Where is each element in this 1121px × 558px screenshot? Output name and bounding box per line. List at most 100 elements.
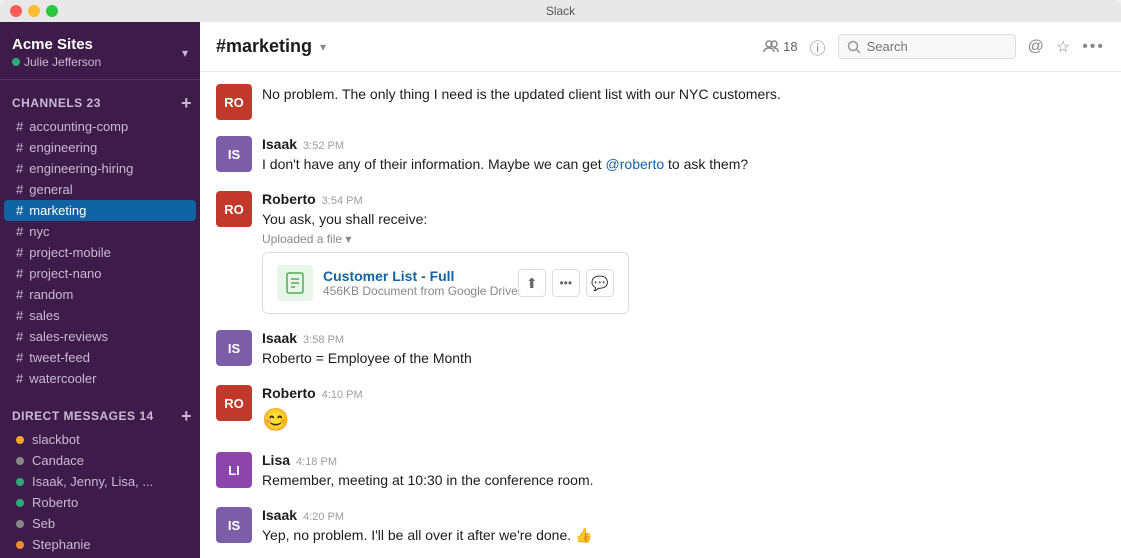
channel-item-general[interactable]: # general	[4, 179, 196, 200]
message-text: Roberto = Employee of the Month	[262, 348, 472, 369]
search-input[interactable]	[867, 39, 1007, 54]
workspace-header[interactable]: Acme Sites Julie Jefferson ▾	[0, 22, 200, 80]
message-row: RO Roberto 4:10 PM 😊	[216, 385, 1105, 436]
dm-name: Isaak, Jenny, Lisa, ...	[32, 474, 153, 489]
channel-item-sales-reviews[interactable]: # sales-reviews	[4, 326, 196, 347]
channel-name: sales-reviews	[29, 329, 108, 344]
channel-item-project-mobile[interactable]: # project-mobile	[4, 242, 196, 263]
maximize-button[interactable]	[46, 5, 58, 17]
channel-item-tweet-feed[interactable]: # tweet-feed	[4, 347, 196, 368]
message-time: 3:58 PM	[303, 334, 344, 346]
at-mentions-button[interactable]: @	[1028, 38, 1044, 56]
message-row: RO Roberto 3:54 PM You ask, you shall re…	[216, 191, 1105, 314]
channel-prefix-icon: #	[16, 119, 23, 134]
dm-item-stephanie[interactable]: Stephanie	[4, 534, 196, 555]
channel-prefix-icon: #	[16, 224, 23, 239]
add-dm-button[interactable]: +	[181, 407, 192, 425]
message-author: Isaak	[262, 507, 297, 523]
comment-button[interactable]: 💬	[586, 269, 614, 297]
dm-item-group[interactable]: Isaak, Jenny, Lisa, ...	[4, 471, 196, 492]
channel-item-watercooler[interactable]: # watercooler	[4, 368, 196, 389]
dm-name: Roberto	[32, 495, 78, 510]
message-header: Roberto 4:10 PM	[262, 385, 363, 401]
channel-title: #marketing	[216, 36, 312, 57]
dm-item-candace[interactable]: Candace	[4, 450, 196, 471]
channel-dropdown-icon[interactable]: ▾	[320, 40, 326, 54]
uploaded-label: Uploaded a file ▾	[262, 232, 629, 246]
channel-item-random[interactable]: # random	[4, 284, 196, 305]
file-actions: ⬆ ••• 💬	[518, 269, 614, 297]
channel-item-engineering[interactable]: # engineering	[4, 137, 196, 158]
workspace-chevron-icon[interactable]: ▾	[182, 46, 188, 60]
message-body: Lisa 4:18 PM Remember, meeting at 10:30 …	[262, 452, 594, 491]
channel-item-sales[interactable]: # sales	[4, 305, 196, 326]
channel-item-nyc[interactable]: # nyc	[4, 221, 196, 242]
file-info: Customer List - Full 456KB Document from…	[277, 265, 518, 301]
dm-item-seb[interactable]: Seb	[4, 513, 196, 534]
member-count[interactable]: 18	[763, 39, 797, 55]
channel-prefix-icon: #	[16, 161, 23, 176]
message-emoji: 😊	[262, 403, 363, 436]
channel-prefix-icon: #	[16, 266, 23, 281]
more-file-actions-button[interactable]: •••	[552, 269, 580, 297]
channel-item-marketing[interactable]: # marketing	[4, 200, 196, 221]
channel-item-engineering-hiring[interactable]: # engineering-hiring	[4, 158, 196, 179]
message-body: Roberto 3:54 PM You ask, you shall recei…	[262, 191, 629, 314]
message-time: 4:18 PM	[296, 456, 337, 468]
dm-name: Stephanie	[32, 537, 91, 552]
channels-header: CHANNELS 23 +	[0, 92, 200, 116]
message-time: 3:54 PM	[322, 195, 363, 207]
channel-name: watercooler	[29, 371, 96, 386]
more-options-button[interactable]: •••	[1082, 38, 1105, 56]
message-row: LI Lisa 4:18 PM Remember, meeting at 10:…	[216, 452, 1105, 491]
avatar: RO	[216, 191, 252, 227]
avatar: IS	[216, 507, 252, 543]
dm-name: slackbot	[32, 432, 80, 447]
chat-header-left: #marketing ▾	[216, 36, 326, 57]
download-button[interactable]: ⬆	[518, 269, 546, 297]
dm-name: Seb	[32, 516, 55, 531]
file-name[interactable]: Customer List - Full	[323, 268, 518, 284]
channel-name: random	[29, 287, 73, 302]
message-body: Roberto 4:10 PM 😊	[262, 385, 363, 436]
channel-name: project-mobile	[29, 245, 111, 260]
message-text: You ask, you shall receive:	[262, 209, 629, 230]
message-row: IS Isaak 4:20 PM Yep, no problem. I'll b…	[216, 507, 1105, 546]
channel-item-project-nano[interactable]: # project-nano	[4, 263, 196, 284]
message-body: Isaak 4:20 PM Yep, no problem. I'll be a…	[262, 507, 592, 546]
close-button[interactable]	[10, 5, 22, 17]
dm-item-roberto[interactable]: Roberto	[4, 492, 196, 513]
avatar: IS	[216, 330, 252, 366]
message-header: Isaak 4:20 PM	[262, 507, 592, 523]
dm-label: DIRECT MESSAGES 14	[12, 409, 154, 423]
channel-prefix-icon: #	[16, 140, 23, 155]
dm-status-dot	[16, 436, 24, 444]
message-header: Roberto 3:54 PM	[262, 191, 629, 207]
add-channel-button[interactable]: +	[181, 94, 192, 112]
channel-item-accounting-comp[interactable]: # accounting-comp	[4, 116, 196, 137]
workspace-name: Acme Sites	[12, 36, 101, 53]
dm-name: Candace	[32, 453, 84, 468]
file-meta: 456KB Document from Google Drive	[323, 284, 518, 298]
channel-prefix-icon: #	[16, 245, 23, 260]
channel-name: tweet-feed	[29, 350, 90, 365]
message-text: No problem. The only thing I need is the…	[262, 84, 781, 105]
mention[interactable]: @roberto	[606, 156, 665, 172]
message-header: Isaak 3:58 PM	[262, 330, 472, 346]
title-bar: Slack	[0, 0, 1121, 22]
window-title: Slack	[546, 4, 575, 18]
channel-name: engineering	[29, 140, 97, 155]
dm-item-slackbot[interactable]: slackbot	[4, 429, 196, 450]
channel-name: engineering-hiring	[29, 161, 133, 176]
workspace-user: Julie Jefferson	[12, 55, 101, 69]
file-icon	[277, 265, 313, 301]
starred-items-button[interactable]: ☆	[1056, 37, 1070, 57]
message-row: RO No problem. The only thing I need is …	[216, 84, 1105, 120]
message-text: Yep, no problem. I'll be all over it aft…	[262, 525, 592, 546]
message-text: I don't have any of their information. M…	[262, 154, 748, 175]
avatar: RO	[216, 385, 252, 421]
channels-section: CHANNELS 23 + # accounting-comp # engine…	[0, 80, 200, 393]
info-button[interactable]: ⓘ	[810, 35, 826, 59]
search-box[interactable]	[838, 34, 1016, 59]
minimize-button[interactable]	[28, 5, 40, 17]
